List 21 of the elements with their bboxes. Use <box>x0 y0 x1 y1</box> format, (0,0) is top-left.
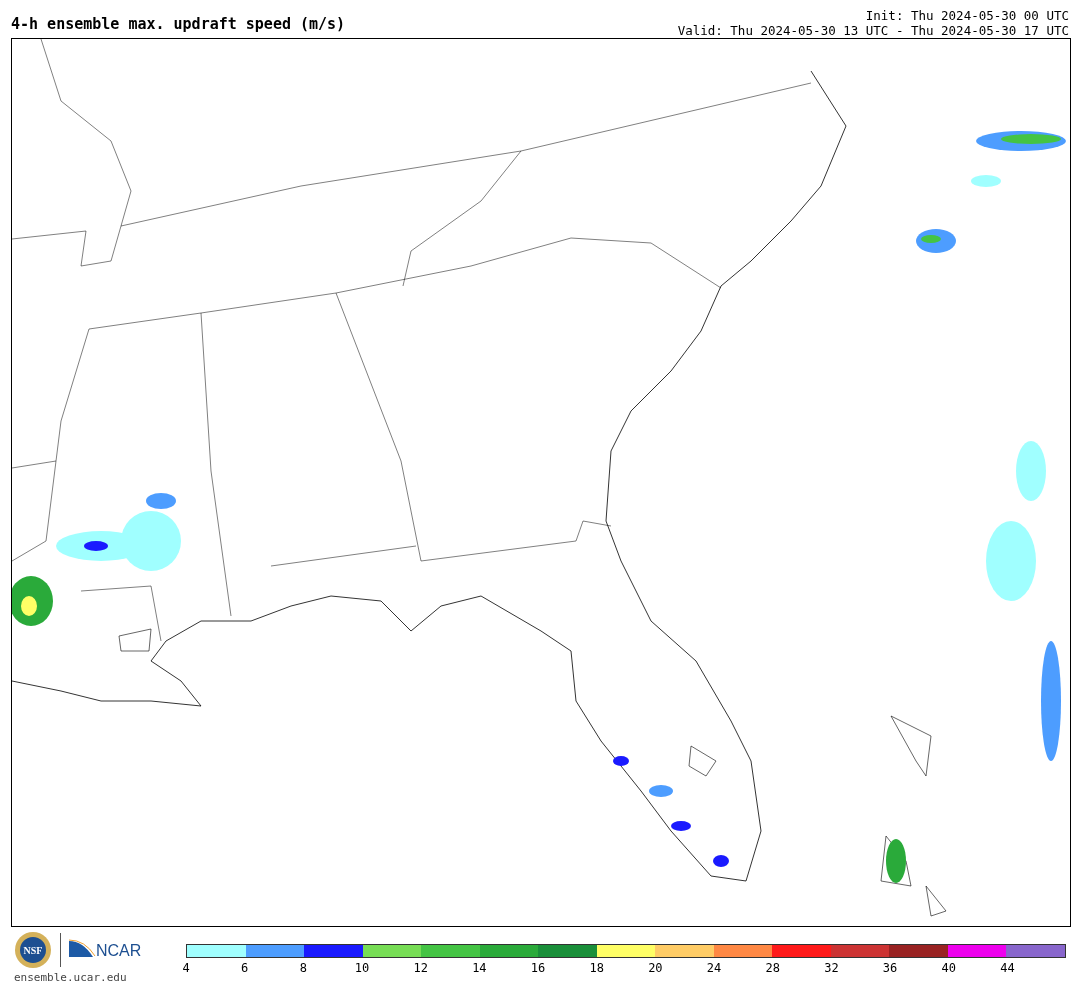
tick-label: 32 <box>824 961 839 975</box>
valid-time: Valid: Thu 2024-05-30 13 UTC - Thu 2024-05-30 17 UTC <box>677 23 1069 38</box>
tick-label: 36 <box>882 961 898 975</box>
tick-label: 16 <box>530 961 546 975</box>
tick-label: 8 <box>299 961 307 975</box>
init-time: Init: Thu 2024-05-30 00 UTC <box>865 8 1069 23</box>
tick-label: 28 <box>765 961 780 975</box>
tick-label: 14 <box>472 961 487 975</box>
tick-label: 24 <box>706 961 722 975</box>
tick-label: 4 <box>182 961 190 975</box>
tick-label: 10 <box>354 961 370 975</box>
tick-label: 6 <box>241 961 249 975</box>
tick-label: 40 <box>941 961 956 975</box>
tick-label: 20 <box>648 961 663 975</box>
tick-label: 44 <box>1000 961 1015 975</box>
chart-title: 4-h ensemble max. updraft speed (m/s) <box>11 15 346 33</box>
tick-label: 18 <box>589 961 604 975</box>
tick-label: 12 <box>413 961 428 975</box>
seal-logo: NSF <box>14 931 52 969</box>
site-url: ensemble.ucar.edu <box>14 971 128 984</box>
ncar-logo: NCAR <box>69 939 143 961</box>
